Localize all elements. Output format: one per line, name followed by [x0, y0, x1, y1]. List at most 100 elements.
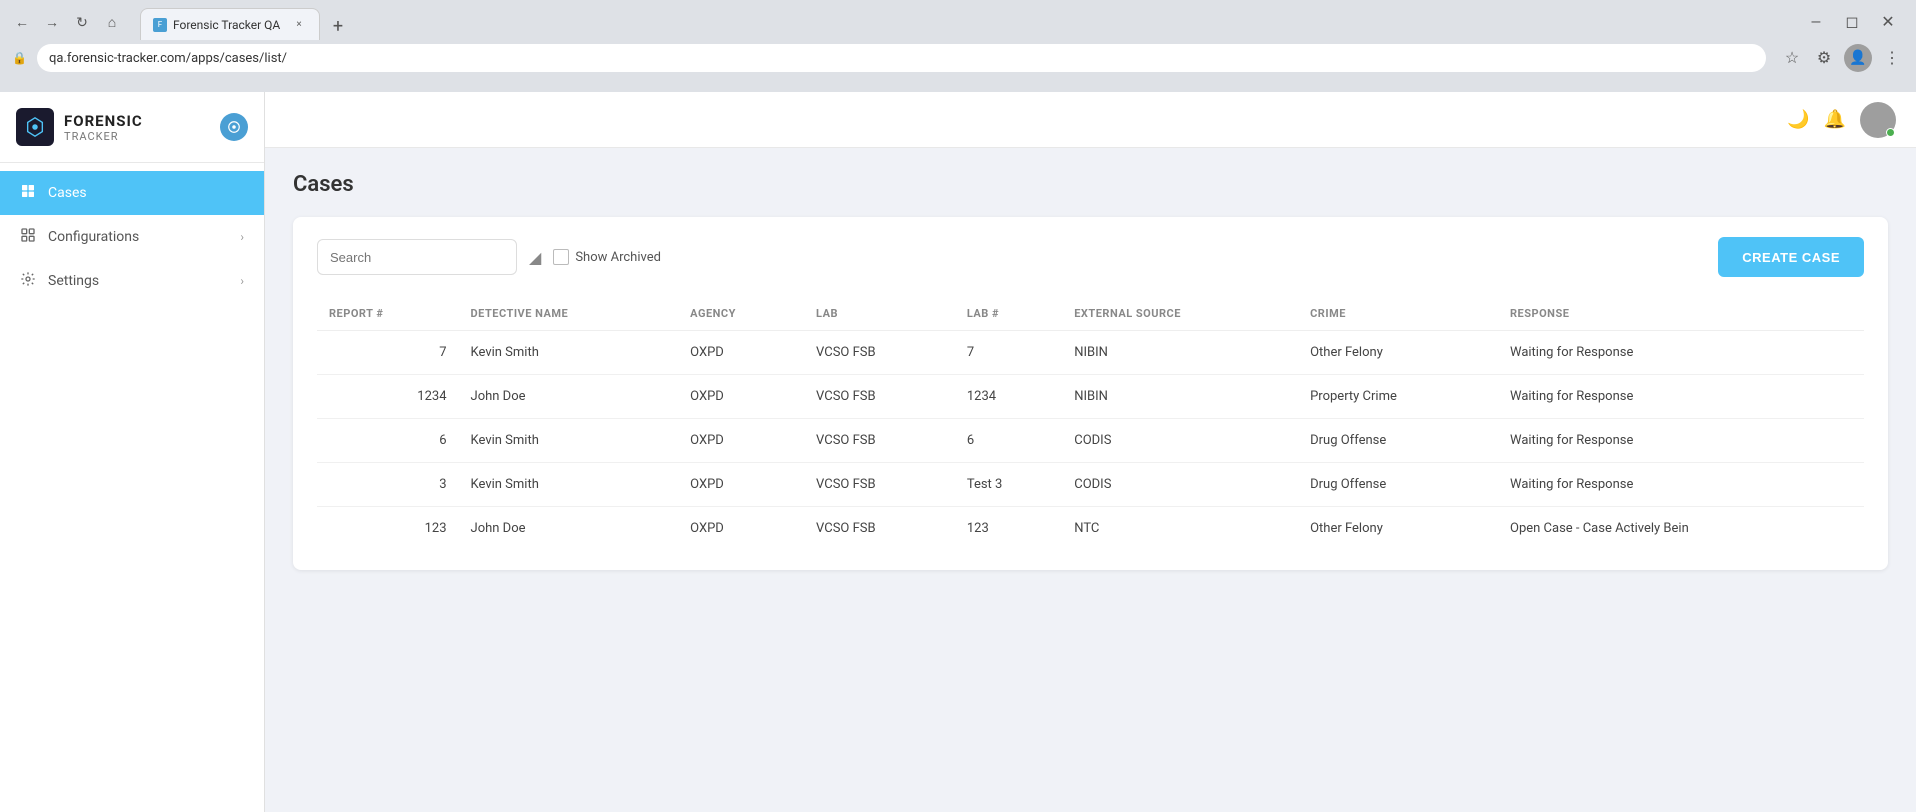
cell-report-num: 1234 — [317, 375, 459, 419]
new-tab-button[interactable]: + — [324, 12, 352, 40]
app-container: FORENSIC TRACKER Cases Co — [0, 92, 1916, 812]
home-button[interactable]: ⌂ — [98, 8, 126, 36]
cell-response: Waiting for Response — [1498, 419, 1864, 463]
col-detective-name: DETECTIVE NAME — [459, 297, 679, 331]
configurations-label: Configurations — [48, 229, 139, 245]
sidebar-nav: Cases Configurations › Settings › — [0, 163, 264, 311]
cell-report-num: 123 — [317, 507, 459, 551]
table-row[interactable]: 3 Kevin Smith OXPD VCSO FSB Test 3 CODIS… — [317, 463, 1864, 507]
logo-text: FORENSIC TRACKER — [64, 112, 143, 143]
sidebar-item-cases[interactable]: Cases — [0, 171, 264, 215]
app-topbar: 🌙 🔔 — [265, 92, 1916, 148]
filter-icon[interactable]: ◢ — [529, 248, 541, 267]
col-response: RESPONSE — [1498, 297, 1864, 331]
col-lab: LAB — [804, 297, 955, 331]
sidebar-settings-icon[interactable] — [220, 113, 248, 141]
toolbar-icons: ☆ ⚙ 👤 ⋮ — [1780, 44, 1904, 72]
tab-bar: F Forensic Tracker QA × + — [132, 4, 360, 40]
extensions-button[interactable]: ⚙ — [1812, 46, 1836, 70]
tab-close-button[interactable]: × — [291, 17, 307, 33]
show-archived-label[interactable]: Show Archived — [553, 249, 661, 265]
logo-subtitle: TRACKER — [64, 130, 143, 143]
active-tab[interactable]: F Forensic Tracker QA × — [140, 8, 320, 40]
create-case-button[interactable]: CREATE CASE — [1718, 237, 1864, 277]
cell-report-num: 7 — [317, 331, 459, 375]
cases-card: ◢ Show Archived CREATE CASE REPORT # DET… — [293, 217, 1888, 570]
table-row[interactable]: 1234 John Doe OXPD VCSO FSB 1234 NIBIN P… — [317, 375, 1864, 419]
table-header: REPORT # DETECTIVE NAME AGENCY LAB LAB #… — [317, 297, 1864, 331]
cell-lab-num: Test 3 — [955, 463, 1062, 507]
menu-button[interactable]: ⋮ — [1880, 46, 1904, 70]
browser-chrome: ← → ↻ ⌂ F Forensic Tracker QA × + – ◻ ✕ … — [0, 0, 1916, 92]
cell-external-source: NIBIN — [1062, 375, 1298, 419]
browser-nav: ← → ↻ ⌂ — [8, 8, 126, 36]
cell-detective-name: Kevin Smith — [459, 419, 679, 463]
settings-icon — [20, 271, 36, 291]
bookmark-button[interactable]: ☆ — [1780, 46, 1804, 70]
table-row[interactable]: 6 Kevin Smith OXPD VCSO FSB 6 CODIS Drug… — [317, 419, 1864, 463]
cell-crime: Drug Offense — [1298, 463, 1498, 507]
cell-lab-num: 7 — [955, 331, 1062, 375]
cell-lab-num: 1234 — [955, 375, 1062, 419]
cases-table: REPORT # DETECTIVE NAME AGENCY LAB LAB #… — [317, 297, 1864, 550]
profile-avatar[interactable]: 👤 — [1844, 44, 1872, 72]
table-row[interactable]: 7 Kevin Smith OXPD VCSO FSB 7 NIBIN Othe… — [317, 331, 1864, 375]
settings-label: Settings — [48, 273, 99, 289]
sidebar-item-settings[interactable]: Settings › — [0, 259, 264, 303]
cell-lab: VCSO FSB — [804, 463, 955, 507]
cell-response: Open Case - Case Actively Bein — [1498, 507, 1864, 551]
back-button[interactable]: ← — [8, 8, 36, 36]
cell-crime: Other Felony — [1298, 507, 1498, 551]
reload-button[interactable]: ↻ — [68, 8, 96, 36]
online-status-dot — [1886, 128, 1895, 137]
cell-lab: VCSO FSB — [804, 375, 955, 419]
cell-external-source: NTC — [1062, 507, 1298, 551]
cell-crime: Other Felony — [1298, 331, 1498, 375]
close-window-button[interactable]: ✕ — [1876, 10, 1900, 34]
col-report-num: REPORT # — [317, 297, 459, 331]
moon-icon[interactable]: 🌙 — [1787, 109, 1809, 130]
cases-label: Cases — [48, 185, 87, 201]
cell-lab: VCSO FSB — [804, 507, 955, 551]
maximize-button[interactable]: ◻ — [1840, 10, 1864, 34]
cell-response: Waiting for Response — [1498, 375, 1864, 419]
cell-agency: OXPD — [678, 507, 804, 551]
minimize-button[interactable]: – — [1804, 10, 1828, 34]
table-row[interactable]: 123 John Doe OXPD VCSO FSB 123 NTC Other… — [317, 507, 1864, 551]
cell-response: Waiting for Response — [1498, 331, 1864, 375]
logo-title: FORENSIC — [64, 112, 143, 130]
address-bar: 🔒 qa.forensic-tracker.com/apps/cases/lis… — [0, 38, 1916, 78]
sidebar: FORENSIC TRACKER Cases Co — [0, 92, 265, 812]
lock-icon: 🔒 — [12, 51, 27, 65]
show-archived-checkbox[interactable] — [553, 249, 569, 265]
col-lab-num: LAB # — [955, 297, 1062, 331]
url-text: qa.forensic-tracker.com/apps/cases/list/ — [49, 51, 287, 66]
settings-chevron: › — [240, 274, 244, 288]
main-content: Cases ◢ Show Archived CREATE CASE — [265, 148, 1916, 812]
bell-icon[interactable]: 🔔 — [1824, 109, 1846, 130]
cell-external-source: CODIS — [1062, 419, 1298, 463]
col-agency: AGENCY — [678, 297, 804, 331]
configurations-icon — [20, 227, 36, 247]
cell-response: Waiting for Response — [1498, 463, 1864, 507]
sidebar-item-configurations[interactable]: Configurations › — [0, 215, 264, 259]
cell-detective-name: John Doe — [459, 375, 679, 419]
cell-lab: VCSO FSB — [804, 419, 955, 463]
cell-agency: OXPD — [678, 375, 804, 419]
cell-lab: VCSO FSB — [804, 331, 955, 375]
forward-button[interactable]: → — [38, 8, 66, 36]
cell-external-source: NIBIN — [1062, 331, 1298, 375]
cell-crime: Drug Offense — [1298, 419, 1498, 463]
cell-agency: OXPD — [678, 463, 804, 507]
search-input[interactable] — [317, 239, 517, 275]
logo-icon — [16, 108, 54, 146]
cell-report-num: 6 — [317, 419, 459, 463]
user-avatar[interactable] — [1860, 102, 1896, 138]
sidebar-header: FORENSIC TRACKER — [0, 92, 264, 163]
col-crime: CRIME — [1298, 297, 1498, 331]
configurations-chevron: › — [240, 230, 244, 244]
cell-agency: OXPD — [678, 331, 804, 375]
url-input[interactable]: qa.forensic-tracker.com/apps/cases/list/ — [37, 44, 1766, 72]
table-body: 7 Kevin Smith OXPD VCSO FSB 7 NIBIN Othe… — [317, 331, 1864, 551]
tab-favicon: F — [153, 18, 167, 32]
